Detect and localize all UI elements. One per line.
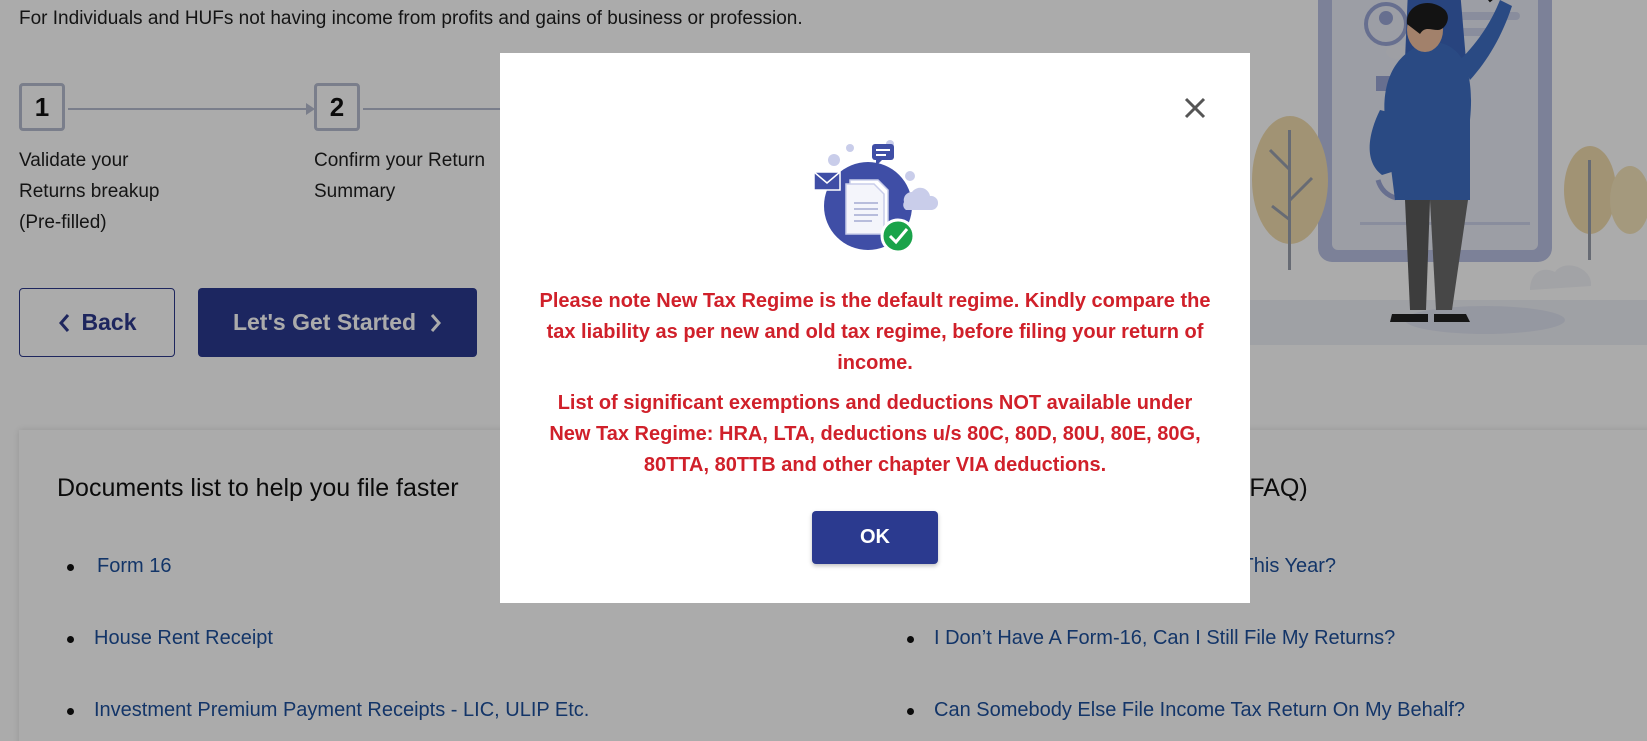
deductions-notice: List of significant exemptions and deduc… xyxy=(549,392,1201,476)
default-regime-notice: Please note New Tax Regime is the defaul… xyxy=(539,290,1211,374)
tax-regime-dialog: Please note New Tax Regime is the defaul… xyxy=(500,53,1250,603)
ok-button[interactable]: OK xyxy=(812,511,938,564)
page: For Individuals and HUFs not having inco… xyxy=(0,0,1647,741)
document-check-icon xyxy=(813,140,938,254)
close-icon[interactable] xyxy=(1180,93,1210,123)
